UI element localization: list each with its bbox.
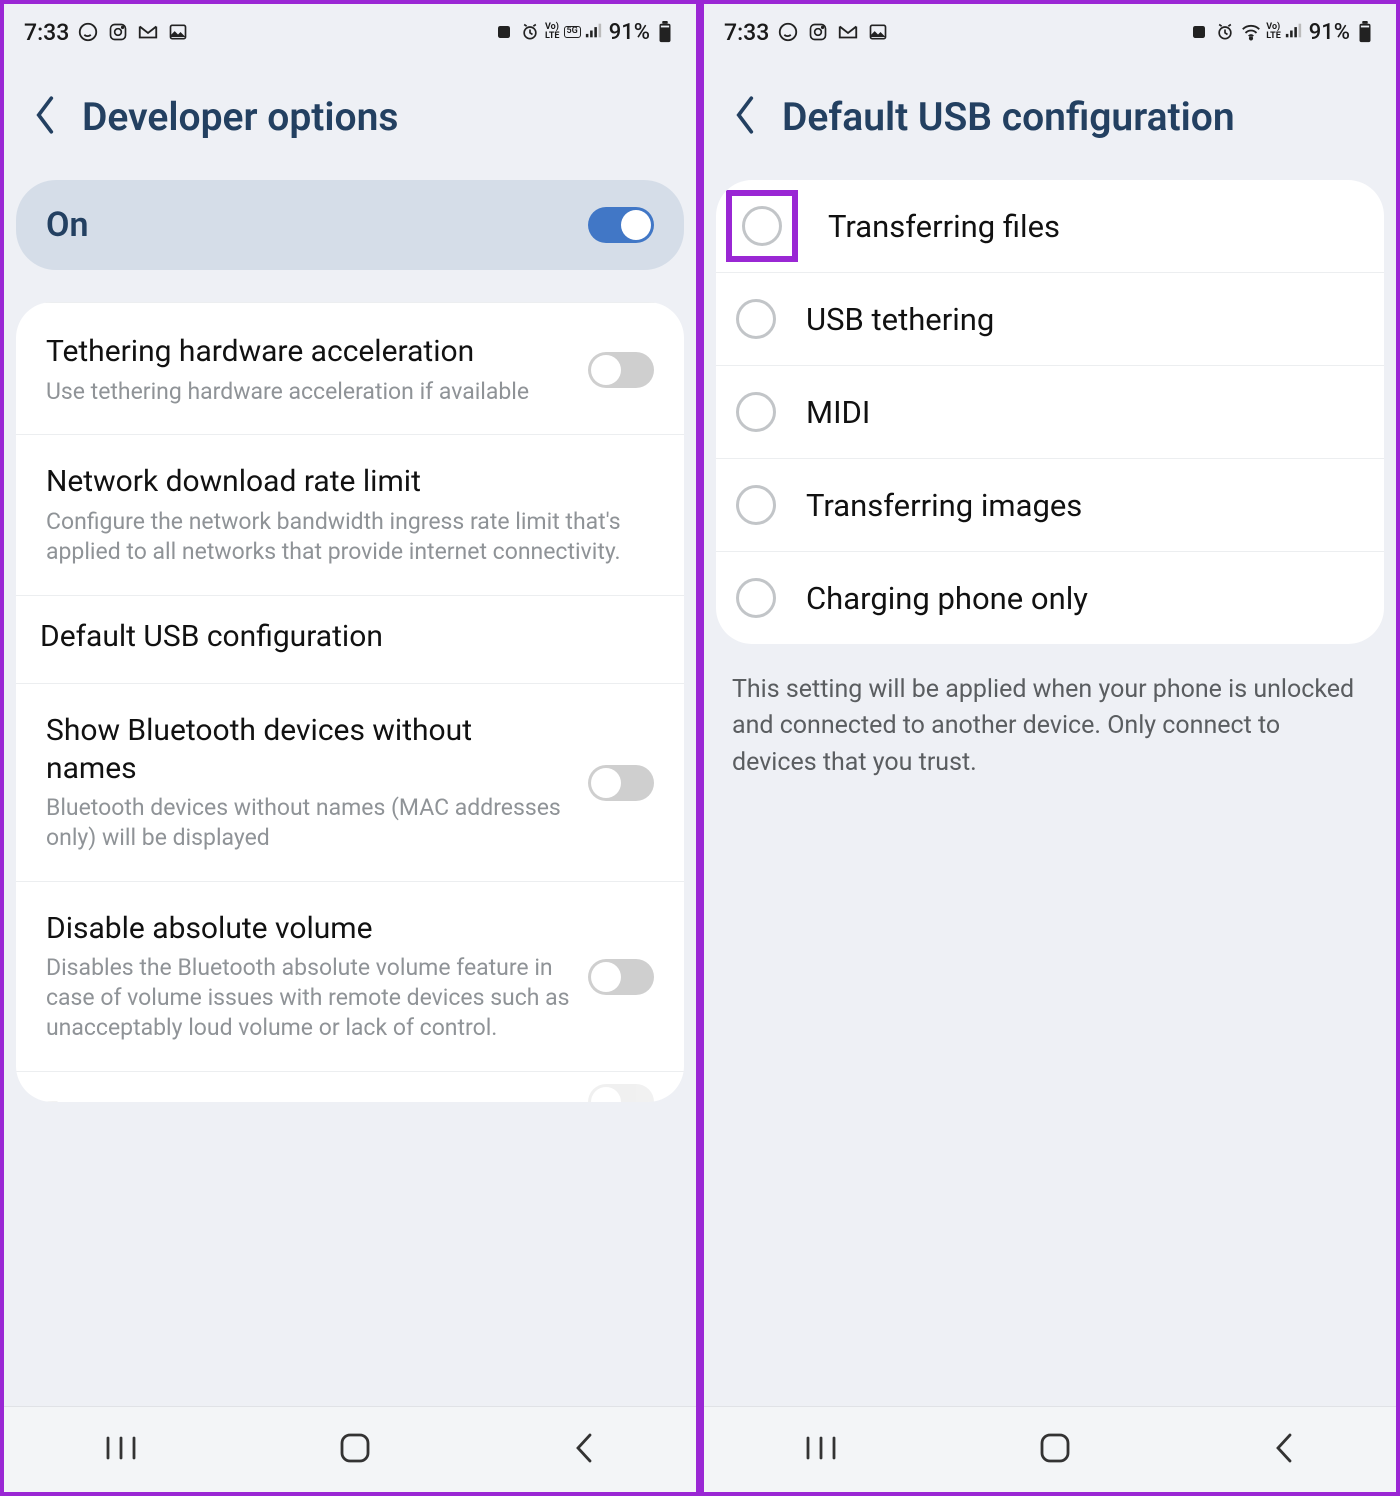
- phone-right: 7:33 Vo)LTE 91% Default USB configuratio…: [700, 0, 1400, 1496]
- radio-icon: [736, 392, 776, 432]
- nav-back-icon[interactable]: [1272, 1431, 1296, 1469]
- battery-icon: [654, 21, 676, 43]
- whatsapp-icon: [77, 21, 99, 43]
- option-title: Network download rate limit: [46, 463, 654, 501]
- status-time: 7:33: [24, 19, 69, 46]
- gmail-icon: [837, 21, 859, 43]
- radio-transferring-images[interactable]: Transferring images: [716, 459, 1384, 552]
- option-title: Disable absolute volume: [46, 910, 570, 948]
- radio-label: USB tethering: [806, 301, 994, 338]
- radio-usb-tethering[interactable]: USB tethering: [716, 273, 1384, 366]
- page-title: Developer options: [82, 94, 398, 140]
- option-bt-no-names[interactable]: Show Bluetooth devices without names Blu…: [16, 684, 684, 882]
- nav-recents-icon[interactable]: [804, 1435, 838, 1465]
- instagram-icon: [107, 21, 129, 43]
- battery-percent: 91%: [609, 20, 650, 45]
- option-network-rate-limit[interactable]: Network download rate limit Configure th…: [16, 435, 684, 595]
- radio-list: Transferring files USB tethering MIDI Tr…: [716, 180, 1384, 644]
- page-header: Default USB configuration: [704, 60, 1396, 180]
- option-subtitle: Disables the Bluetooth absolute volume f…: [46, 953, 570, 1043]
- footer-description: This setting will be applied when your p…: [704, 644, 1396, 809]
- gallery-icon: [167, 21, 189, 43]
- option-subtitle: Configure the network bandwidth ingress …: [46, 507, 654, 567]
- signal-icon: [1285, 21, 1302, 44]
- back-icon[interactable]: [732, 94, 758, 140]
- nav-bar: [704, 1406, 1396, 1492]
- whatsapp-icon: [777, 21, 799, 43]
- option-subtitle: Use tethering hardware acceleration if a…: [46, 377, 570, 407]
- option-title: Show Bluetooth devices without names: [46, 712, 570, 787]
- highlight-box: [726, 190, 798, 262]
- wifi-icon: [1240, 21, 1262, 43]
- option-disable-abs-volume[interactable]: Disable absolute volume Disables the Blu…: [16, 882, 684, 1072]
- alarm-icon: [519, 21, 541, 43]
- nav-home-icon[interactable]: [338, 1431, 372, 1469]
- option-title: Tethering hardware acceleration: [46, 333, 570, 371]
- status-bar: 7:33 Vo)LTE 91%: [704, 4, 1396, 60]
- radio-label: Transferring images: [806, 487, 1082, 524]
- nav-recents-icon[interactable]: [104, 1435, 138, 1465]
- radio-label: Charging phone only: [806, 580, 1088, 617]
- master-toggle-label: On: [46, 205, 88, 245]
- battery-percent: 91%: [1309, 20, 1350, 45]
- volte-icon: Vo)LTE: [545, 23, 560, 41]
- nav-home-icon[interactable]: [1038, 1431, 1072, 1469]
- radio-label: MIDI: [806, 394, 870, 431]
- radio-midi[interactable]: MIDI: [716, 366, 1384, 459]
- fiveg-icon: 5G: [564, 26, 581, 38]
- radio-transferring-files[interactable]: Transferring files: [716, 180, 1384, 273]
- instagram-icon: [807, 21, 829, 43]
- master-toggle-switch[interactable]: [588, 207, 654, 243]
- gallery-icon: [867, 21, 889, 43]
- radio-charging-only[interactable]: Charging phone only: [716, 552, 1384, 644]
- nfc-icon: [493, 21, 515, 43]
- page-header: Developer options: [4, 60, 696, 180]
- battery-icon: [1354, 21, 1376, 43]
- settings-list: Tethering hardware acceleration Use teth…: [16, 302, 684, 1102]
- option-peek: —: [16, 1072, 684, 1102]
- radio-label: Transferring files: [828, 208, 1060, 245]
- master-toggle-row[interactable]: On: [16, 180, 684, 270]
- radio-icon: [736, 485, 776, 525]
- gmail-icon: [137, 21, 159, 43]
- option-subtitle: Bluetooth devices without names (MAC add…: [46, 793, 570, 853]
- radio-icon: [736, 299, 776, 339]
- phone-left: 7:33 Vo)LTE 5G: [0, 0, 700, 1496]
- radio-icon: [736, 578, 776, 618]
- status-bar: 7:33 Vo)LTE 5G: [4, 4, 696, 60]
- toggle-switch[interactable]: [588, 765, 654, 801]
- toggle-switch[interactable]: [588, 352, 654, 388]
- option-default-usb-config[interactable]: Default USB configuration: [16, 596, 684, 685]
- nfc-icon: [1188, 21, 1210, 43]
- back-icon[interactable]: [32, 94, 58, 140]
- toggle-switch[interactable]: [588, 959, 654, 995]
- highlight-box: Default USB configuration: [40, 631, 383, 650]
- alarm-icon: [1214, 21, 1236, 43]
- signal-icon: [585, 21, 602, 44]
- page-title: Default USB configuration: [782, 94, 1235, 140]
- option-title: Default USB configuration: [40, 618, 383, 656]
- radio-icon: [742, 206, 782, 246]
- nav-back-icon[interactable]: [572, 1431, 596, 1469]
- option-tethering-accel[interactable]: Tethering hardware acceleration Use teth…: [16, 302, 684, 435]
- status-time: 7:33: [724, 19, 769, 46]
- volte-icon: Vo)LTE: [1266, 23, 1281, 41]
- nav-bar: [4, 1406, 696, 1492]
